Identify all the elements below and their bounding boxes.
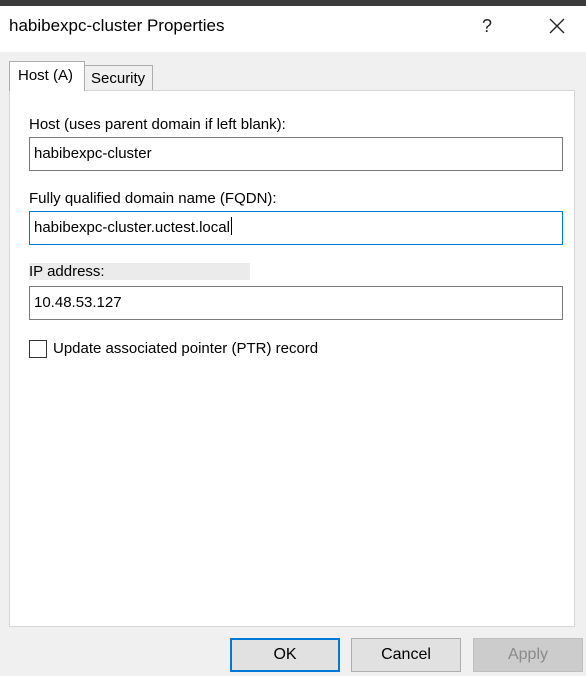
close-icon	[549, 18, 565, 34]
ip-address-input[interactable]: 10.48.53.127	[29, 286, 563, 320]
cancel-button[interactable]: Cancel	[351, 638, 461, 672]
tab-host-a-label: Host (A)	[18, 67, 74, 84]
help-icon: ?	[481, 16, 492, 36]
fqdn-input[interactable]: habibexpc-cluster.uctest.local	[29, 211, 563, 245]
host-input-value: habibexpc-cluster	[34, 145, 152, 162]
help-button[interactable]: ?	[464, 6, 510, 46]
ok-button[interactable]: OK	[230, 638, 340, 672]
host-input[interactable]: habibexpc-cluster	[29, 137, 563, 171]
ip-address-value: 10.48.53.127	[34, 294, 122, 311]
dialog-title: habibexpc-cluster Properties	[9, 16, 225, 35]
host-label: Host (uses parent domain if left blank):	[29, 116, 286, 133]
ok-button-label: OK	[273, 646, 297, 663]
ptr-checkbox-label[interactable]: Update associated pointer (PTR) record	[53, 340, 318, 357]
tab-panel-host-a: Host (uses parent domain if left blank):…	[9, 90, 575, 627]
ptr-checkbox[interactable]	[29, 340, 47, 358]
text-caret	[230, 217, 232, 235]
cancel-button-label: Cancel	[381, 646, 431, 663]
tab-security[interactable]: Security	[85, 65, 153, 90]
apply-button[interactable]: Apply	[473, 638, 583, 672]
apply-button-label: Apply	[507, 646, 549, 663]
close-button[interactable]	[534, 6, 580, 46]
fqdn-label: Fully qualified domain name (FQDN):	[29, 190, 277, 207]
tab-security-label: Security	[91, 70, 146, 87]
ip-address-label: IP address:	[29, 263, 250, 280]
title-bar: habibexpc-cluster Properties ?	[0, 6, 586, 52]
tab-host-a[interactable]: Host (A)	[9, 61, 85, 91]
fqdn-input-value: habibexpc-cluster.uctest.local	[34, 219, 230, 236]
properties-dialog: habibexpc-cluster Properties ? Host (A) …	[0, 6, 586, 676]
